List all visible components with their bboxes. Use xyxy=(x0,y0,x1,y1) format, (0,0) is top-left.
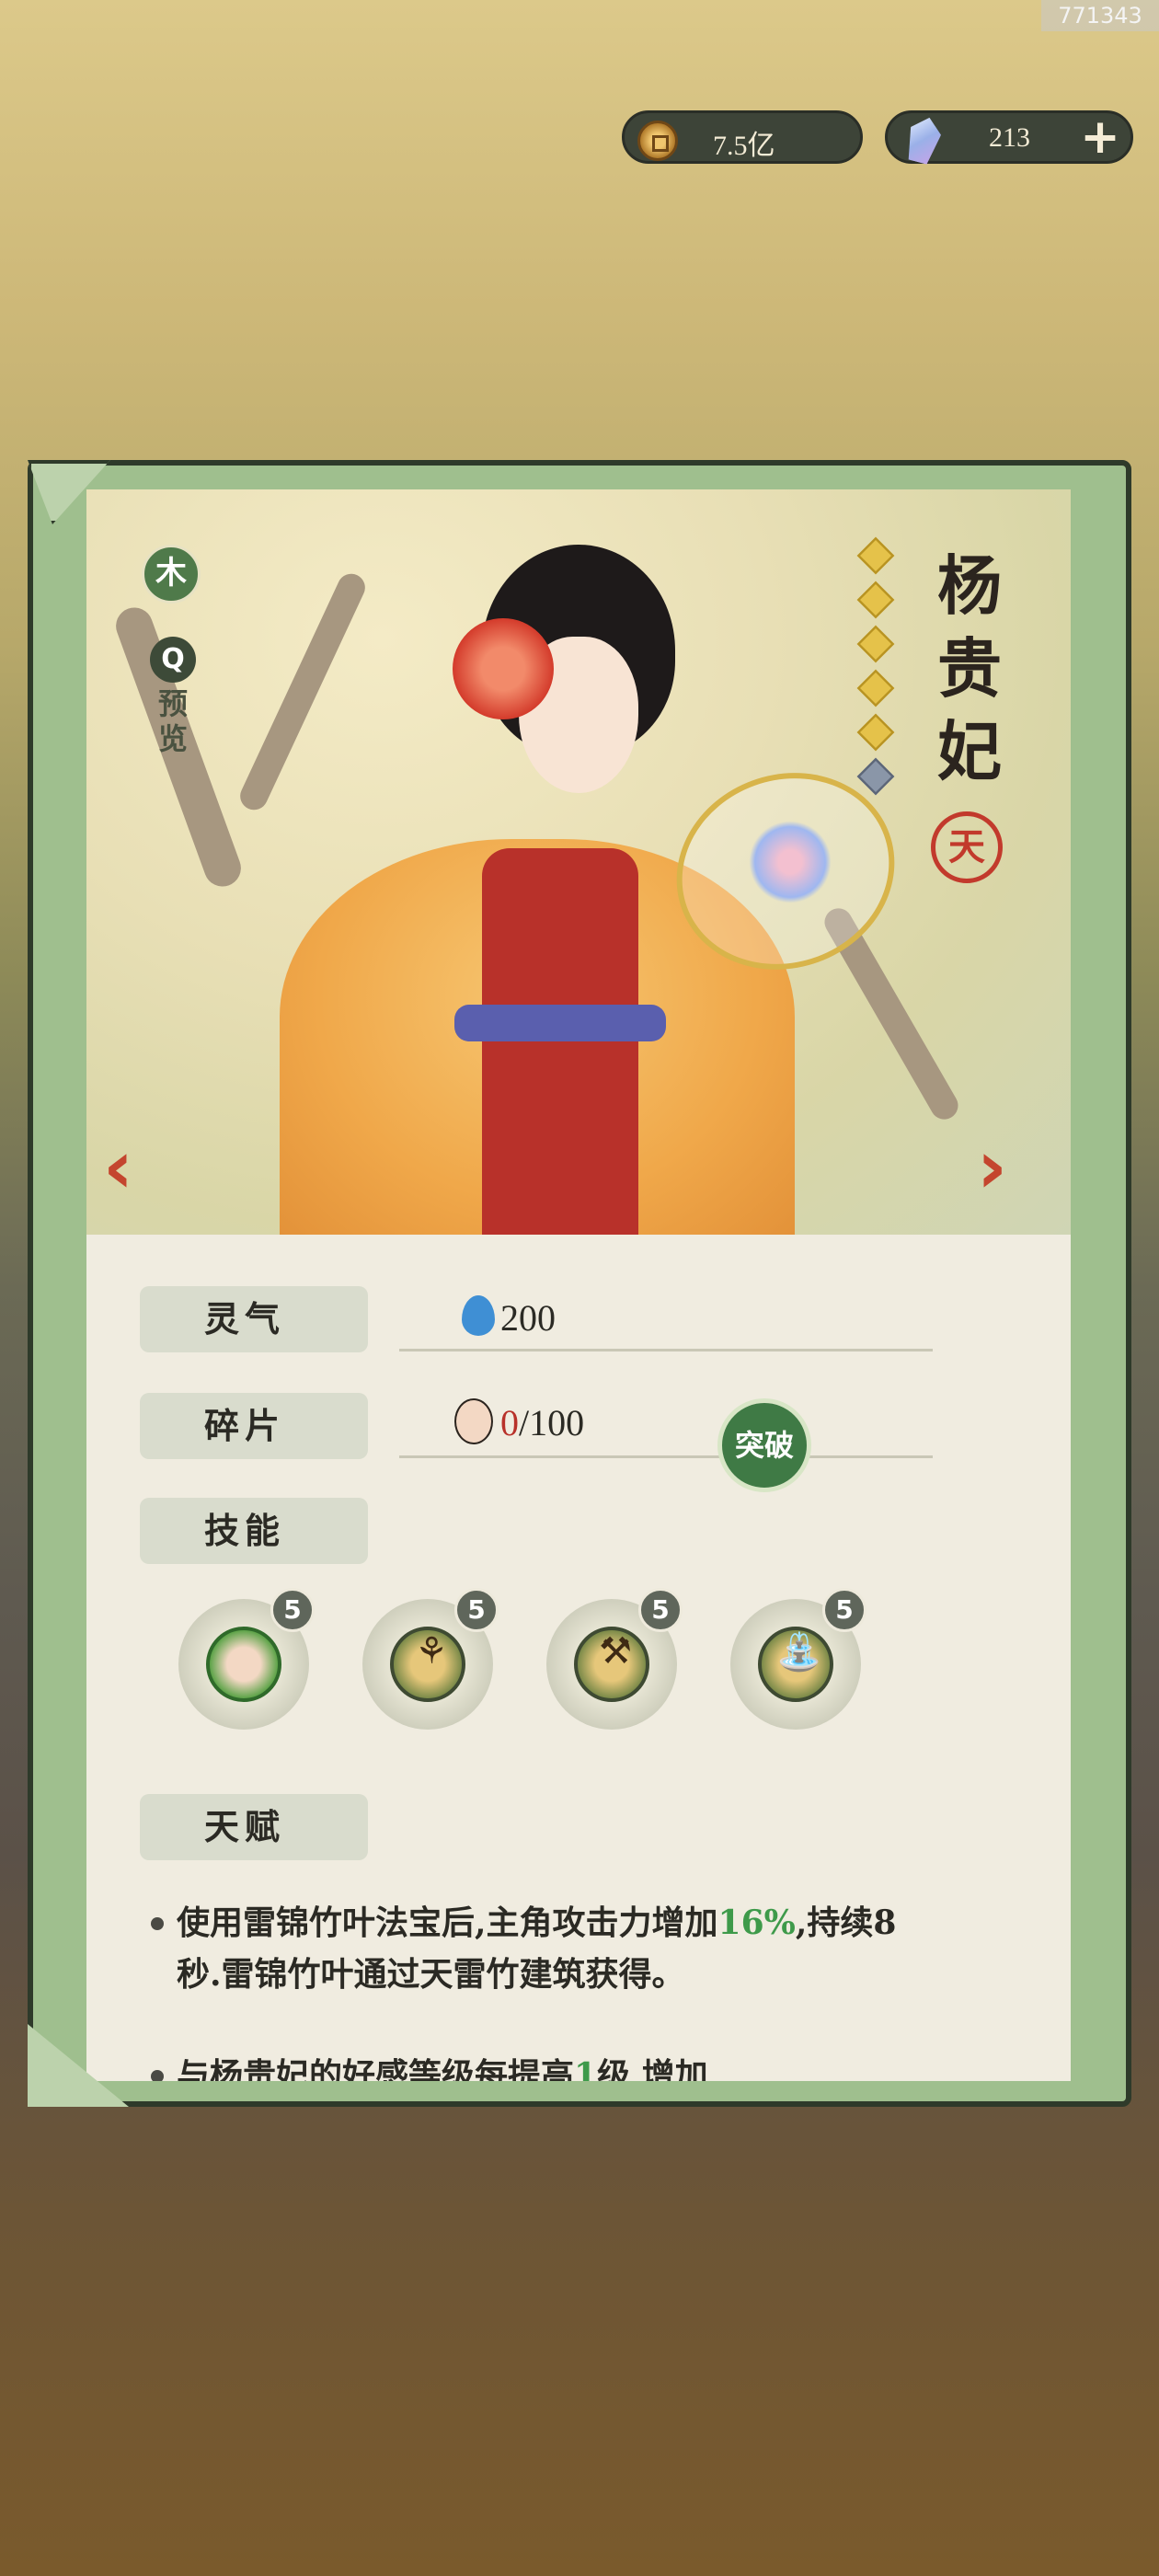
rank-seal: 天 xyxy=(931,811,1003,883)
preview-label: 预览 xyxy=(157,686,188,756)
star-rating xyxy=(856,536,896,804)
character-name-char: 杨 xyxy=(937,547,1002,624)
magnifier-icon: Q xyxy=(150,637,196,683)
divider xyxy=(399,1455,933,1458)
lingqi-amount: 200 xyxy=(500,1297,556,1339)
breakthrough-button[interactable]: 突破 xyxy=(717,1398,811,1492)
gem-amount: 213 xyxy=(989,122,1030,153)
character-name-char: 贵 xyxy=(937,630,1002,707)
star-icon xyxy=(856,625,895,663)
character-shard-icon xyxy=(454,1398,493,1444)
bullet-icon xyxy=(151,2070,164,2081)
crop-skill-icon: ⚘ xyxy=(390,1627,465,1702)
preview-button[interactable]: Q 预览 xyxy=(145,637,201,756)
talent-text-a: 与杨贵妃的好感等级每提高 xyxy=(177,2056,575,2081)
talent-value: 1 xyxy=(574,2056,598,2081)
gem-counter: 213 + xyxy=(885,110,1133,164)
divider xyxy=(399,1349,933,1351)
star-icon xyxy=(856,581,895,619)
skill-portrait[interactable]: 5 xyxy=(178,1588,315,1730)
skill-level-badge: 5 xyxy=(270,1588,315,1632)
coin-counter: 7.5亿 xyxy=(622,110,863,164)
shards-value: 0/100 xyxy=(454,1398,584,1444)
star-icon xyxy=(856,669,895,707)
skill-level-badge: 5 xyxy=(638,1588,683,1632)
skill-field[interactable]: ⚒ 5 xyxy=(546,1588,683,1730)
coin-icon xyxy=(637,121,678,161)
skill-crop[interactable]: ⚘ 5 xyxy=(362,1588,499,1730)
shards-current: 0 xyxy=(500,1402,519,1443)
field-skill-icon: ⚒ xyxy=(574,1627,649,1702)
talent-value: 16% xyxy=(717,1903,796,1942)
skill-watering[interactable]: ⛲ 5 xyxy=(730,1588,866,1730)
gem-icon xyxy=(902,113,945,166)
skill-level-badge: 5 xyxy=(822,1588,866,1632)
star-icon xyxy=(856,713,895,752)
add-gems-button[interactable]: + xyxy=(1077,113,1123,161)
lingqi-value: 200 xyxy=(462,1295,556,1340)
character-name: 杨 贵 妃 xyxy=(924,545,1016,793)
coin-amount: 7.5亿 xyxy=(713,131,775,161)
watering-skill-icon: ⛲ xyxy=(758,1627,833,1702)
hair-flower-icon xyxy=(453,618,554,719)
water-drop-icon xyxy=(462,1295,495,1336)
character-panel: 木 Q 预览 杨 贵 妃 天 ‹ › 灵气 200 碎片 0/100 突破 技能… xyxy=(28,460,1131,2107)
lingqi-label: 灵气 xyxy=(140,1286,368,1352)
talent-item: 使用雷锦竹叶法宝后,主角攻击力增加16%,持续8秒.雷锦竹叶通过天雷竹建筑获得。 xyxy=(151,1897,933,2000)
talent-text-a: 使用雷锦竹叶法宝后,主角攻击力增加 xyxy=(177,1903,718,1942)
skill-level-badge: 5 xyxy=(454,1588,499,1632)
talent-text-b: 级,增加 xyxy=(597,2056,708,2081)
skills-label: 技能 xyxy=(140,1498,368,1564)
shards-label: 碎片 xyxy=(140,1393,368,1459)
watermark: 771343 xyxy=(1041,0,1159,31)
star-empty-icon xyxy=(856,757,895,796)
character-name-char: 妃 xyxy=(937,713,1002,789)
prev-character-button[interactable]: ‹ xyxy=(103,1124,133,1210)
shards-total: /100 xyxy=(519,1402,585,1443)
bullet-icon xyxy=(151,1917,164,1930)
character-panel-paper: 木 Q 预览 杨 贵 妃 天 ‹ › 灵气 200 碎片 0/100 突破 技能… xyxy=(86,489,1071,2081)
talent-item: 与杨贵妃的好感等级每提高1级,增加 xyxy=(151,2050,933,2081)
next-character-button[interactable]: › xyxy=(977,1124,1007,1210)
star-icon xyxy=(856,536,895,575)
portrait-skill-icon xyxy=(206,1627,281,1702)
talent-label: 天赋 xyxy=(140,1794,368,1860)
element-badge: 木 xyxy=(142,545,201,604)
